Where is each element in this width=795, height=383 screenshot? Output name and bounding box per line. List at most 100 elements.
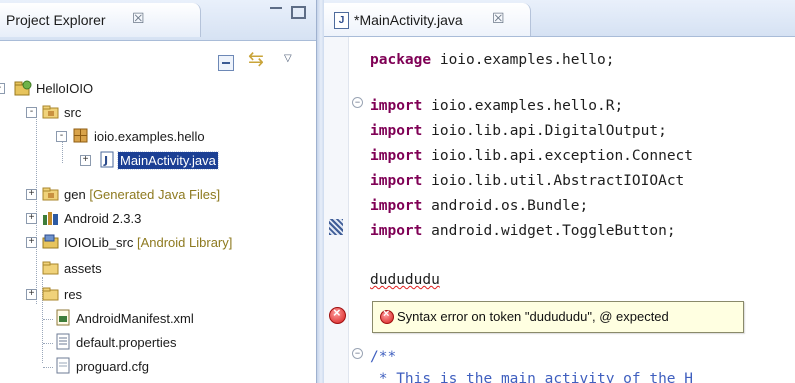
tree-item-assets[interactable]: assets (0, 257, 316, 281)
error-token[interactable]: dudududu (370, 272, 440, 288)
keyword: import (370, 198, 423, 214)
properties-file-icon (56, 333, 70, 350)
tree-item-package[interactable]: - ioio.examples.hello (0, 125, 316, 149)
linked-project-icon (42, 234, 59, 249)
code-text: ioio.lib.api.DigitalOutput; (422, 123, 667, 139)
error-message: Syntax error on token "dudududu", @ expe… (397, 309, 669, 324)
folder-icon (42, 261, 59, 275)
tree-item-mainactivity[interactable]: + J MainActivity.java (0, 149, 316, 173)
java-file-icon: J (100, 151, 114, 168)
code-line-import: import android.widget.ToggleButton; (370, 223, 676, 239)
code-line-import: import android.os.Bundle; (370, 198, 588, 214)
error-icon (380, 308, 394, 324)
expand-toggle-icon[interactable]: + (26, 237, 37, 248)
collapse-all-icon[interactable] (218, 55, 234, 71)
tree-item-label: src (64, 105, 82, 120)
code-line-comment: /** (370, 349, 396, 365)
android-project-icon (14, 80, 32, 96)
tree-item-label: ioio.examples.hello (94, 129, 205, 144)
comment-text: /** (370, 349, 397, 365)
tree-item-helloioio[interactable]: - HelloIOIO (0, 77, 316, 101)
keyword: import (370, 123, 423, 139)
code-text: ioio.examples.hello; (431, 52, 615, 68)
tree-item-label: Android 2.3.3 (64, 211, 142, 226)
project-explorer-tab-bar: Project Explorer ☒ (0, 0, 316, 41)
editor-tab-bar: J *MainActivity.java ☒ (324, 0, 795, 37)
code-line-import: import ioio.examples.hello.R; (370, 98, 623, 114)
tree-item-label: assets (64, 261, 102, 276)
package-icon (73, 128, 88, 143)
tree-item-ioiolib[interactable]: + IOIOLib_src [Android Library] (0, 231, 316, 255)
java-editor: J *MainActivity.java ☒ − − package ioio.… (324, 0, 795, 383)
editor-vertical-ruler[interactable] (324, 37, 349, 383)
expand-toggle-icon[interactable]: + (26, 289, 37, 300)
view-menu-icon[interactable]: ▽ (284, 53, 292, 64)
tree-item-decoration: [Generated Java Files] (89, 187, 221, 202)
expand-toggle-icon[interactable]: + (80, 155, 91, 166)
code-line-import: import ioio.lib.api.DigitalOutput; (370, 123, 667, 139)
text-file-icon (56, 357, 70, 374)
tree-item-label: AndroidManifest.xml (76, 311, 194, 326)
collapse-toggle-icon[interactable]: - (56, 131, 67, 142)
code-line-error: dudududu (370, 272, 440, 288)
editor-tab-title: *MainActivity.java (354, 12, 463, 28)
comment-text: * This is the main activity of the H (370, 371, 694, 383)
tree-item-default-properties[interactable]: default.properties (0, 331, 316, 355)
code-text: ioio.examples.hello.R; (422, 98, 624, 114)
tree-item-label: IOIOLib_src [Android Library] (64, 235, 233, 250)
project-explorer-title: Project Explorer (6, 12, 106, 28)
keyword: import (370, 148, 423, 164)
close-icon[interactable]: ☒ (492, 10, 505, 27)
tree-item-label: proguard.cfg (76, 359, 149, 374)
expand-toggle-icon[interactable]: + (26, 213, 37, 224)
close-icon[interactable]: ☒ (132, 10, 145, 27)
java-file-icon: J (334, 12, 349, 29)
project-tree: - HelloIOIO - src - (0, 77, 316, 383)
code-line-import: import ioio.lib.util.AbstractIOIOAct (370, 173, 684, 189)
library-icon (43, 212, 58, 225)
svg-text:J: J (103, 154, 108, 167)
error-icon[interactable] (329, 305, 346, 324)
tree-item-gen[interactable]: + gen [Generated Java Files] (0, 183, 316, 207)
fold-imports-icon[interactable]: − (352, 97, 363, 108)
collapse-toggle-icon[interactable]: - (26, 107, 37, 118)
occurrence-marker-icon[interactable] (329, 219, 343, 235)
xml-file-icon (56, 309, 70, 326)
tree-item-label: HelloIOIO (36, 81, 94, 96)
tree-item-manifest[interactable]: AndroidManifest.xml (0, 307, 316, 331)
project-explorer-view: Project Explorer ☒ ⇆ ▽ - HelloIOIO - (0, 0, 316, 383)
tree-item-decoration: [Android Library] (136, 235, 233, 250)
code-text: android.widget.ToggleButton; (422, 223, 676, 239)
code-text: android.os.Bundle; (422, 198, 589, 214)
tree-item-label: gen [Generated Java Files] (64, 187, 221, 202)
tree-item-proguard[interactable]: proguard.cfg (0, 355, 316, 379)
tree-item-label: MainActivity.java (117, 151, 219, 170)
keyword: package (370, 52, 432, 68)
code-text: ioio.lib.api.exception.Connect (422, 148, 694, 164)
tree-item-android-library[interactable]: + Android 2.3.3 (0, 207, 316, 231)
tree-item-res[interactable]: + res (0, 283, 316, 307)
code-line-package: package ioio.examples.hello; (370, 52, 614, 68)
code-line-comment: * This is the main activity of the H (370, 371, 693, 383)
folder-icon (42, 287, 59, 301)
collapse-toggle-icon[interactable]: - (0, 83, 5, 94)
keyword: import (370, 98, 423, 114)
tree-item-label: default.properties (76, 335, 177, 350)
link-with-editor-icon[interactable]: ⇆ (248, 50, 264, 69)
tree-item-src[interactable]: - src (0, 101, 316, 125)
source-folder-icon (42, 105, 59, 119)
fold-comment-icon[interactable]: − (352, 348, 363, 359)
code-line-import: import ioio.lib.api.exception.Connect (370, 148, 693, 164)
project-explorer-tab[interactable]: Project Explorer ☒ (0, 3, 201, 37)
minimize-icon[interactable] (270, 4, 282, 9)
expand-toggle-icon[interactable]: + (26, 189, 37, 200)
keyword: import (370, 223, 423, 239)
source-folder-icon (42, 187, 59, 201)
code-text: ioio.lib.util.AbstractIOIOAct (422, 173, 685, 189)
keyword: import (370, 173, 423, 189)
project-explorer-toolbar: ⇆ ▽ (0, 41, 316, 77)
tree-item-label: res (64, 287, 83, 302)
error-hover-tooltip: Syntax error on token "dudududu", @ expe… (372, 301, 744, 333)
editor-tab-mainactivity[interactable]: J *MainActivity.java ☒ (324, 3, 531, 36)
maximize-icon[interactable] (291, 6, 306, 19)
